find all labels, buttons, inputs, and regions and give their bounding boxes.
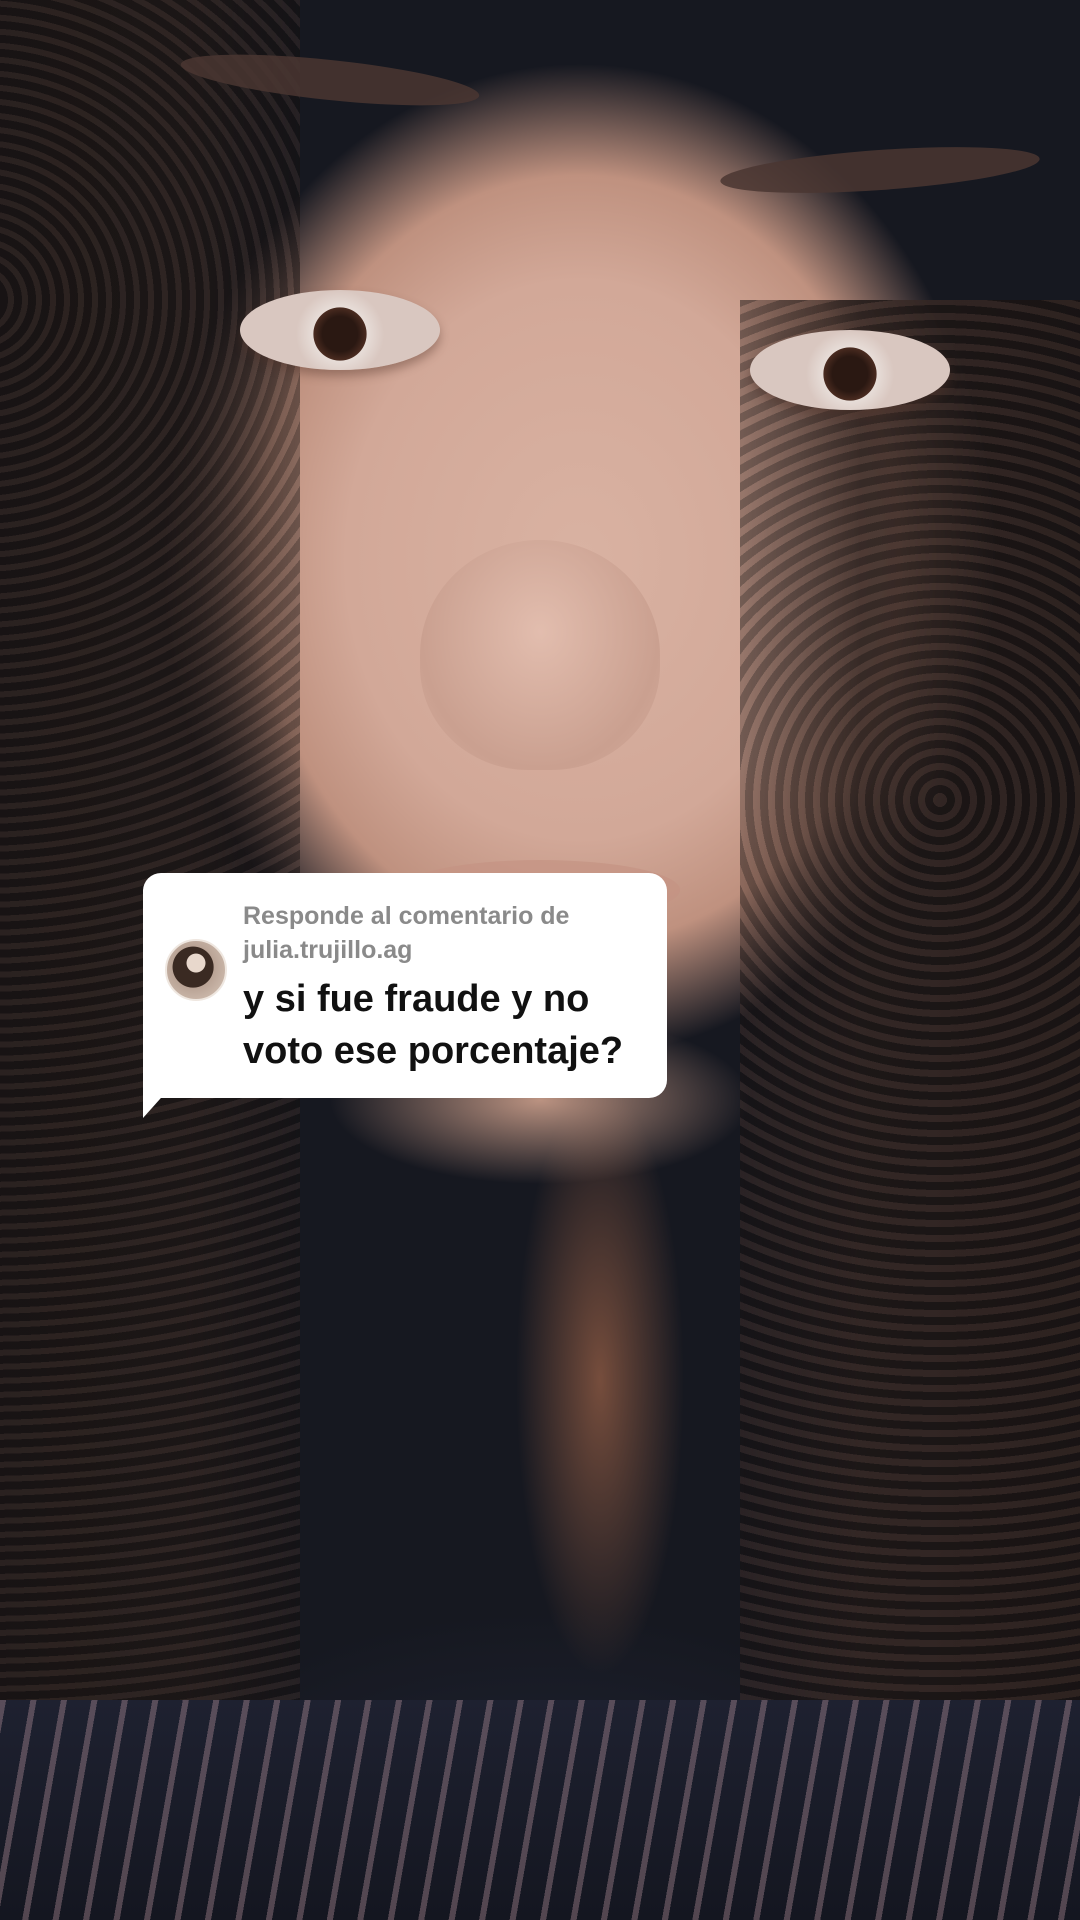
reply-header: Responde al comentario de julia.trujillo… [243,899,643,967]
video-brow-right [718,138,1042,202]
video-clothing [0,1700,1080,1920]
reply-username: julia.trujillo.ag [243,936,413,964]
commenter-avatar [165,939,227,1001]
reply-sticker-tail [143,1080,177,1118]
video-hair-right [740,300,1080,1920]
video-eye-right [750,330,950,410]
video-eye-left [240,290,440,370]
reply-header-label: Responde al comentario de [243,902,570,930]
reply-comment-text: y si fue fraude y no voto ese porcentaje… [243,978,624,1072]
video-frame[interactable]: Responde al comentario de julia.trujillo… [0,0,1080,1920]
video-nose [420,540,660,770]
reply-comment-sticker[interactable]: Responde al comentario de julia.trujillo… [143,873,667,1098]
